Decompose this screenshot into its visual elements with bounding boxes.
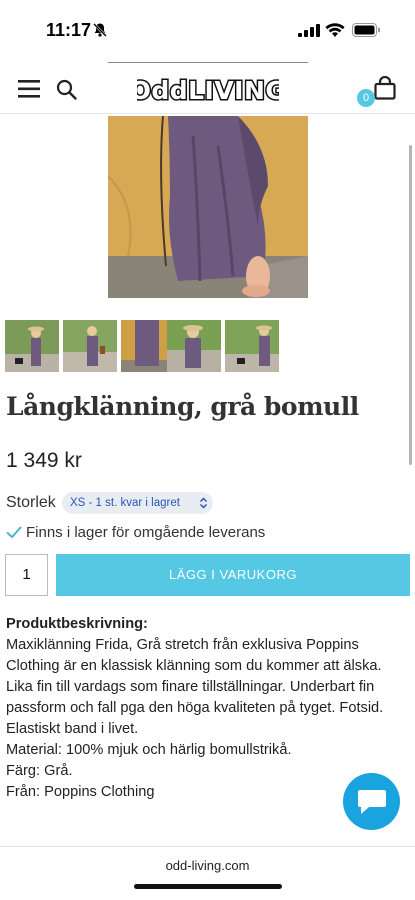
product-description: Produktbeskrivning: Maxiklänning Frida, … (6, 614, 410, 803)
product-price: 1 349 kr (6, 449, 82, 472)
stock-status: Finns i lager för omgående leverans (26, 524, 266, 541)
scrollbar[interactable] (409, 145, 412, 465)
menu-icon[interactable] (18, 80, 40, 98)
check-icon (6, 526, 22, 539)
cart-icon[interactable] (374, 76, 396, 100)
search-icon[interactable] (56, 79, 77, 100)
quantity-input[interactable]: 1 (5, 554, 48, 596)
url-bar[interactable]: odd-living.com (0, 858, 415, 873)
thumbnail-1[interactable] (5, 320, 59, 372)
thumbnail-5[interactable] (225, 320, 279, 372)
logo[interactable]: OddLIVING (137, 72, 279, 107)
size-label: Storlek (6, 494, 56, 511)
thumbnail-4[interactable] (167, 320, 221, 372)
product-title: Långklänning, grå bomull (6, 392, 359, 421)
thumbnail-2[interactable] (63, 320, 117, 372)
chevron-updown-icon (199, 497, 208, 509)
size-select[interactable]: XS - 1 st. kvar i lagret (62, 492, 213, 514)
size-select-value: XS - 1 st. kvar i lagret (70, 497, 180, 509)
battery-icon (352, 23, 380, 37)
chat-button[interactable] (343, 773, 400, 830)
home-indicator[interactable] (134, 884, 282, 889)
status-bar: 11:17 (0, 0, 415, 58)
description-paragraph: Maxiklänning Frida, Grå stretch från exk… (6, 637, 384, 737)
browser-bottom-bar (0, 846, 415, 900)
signal-icon (298, 24, 320, 37)
product-image[interactable] (108, 116, 308, 298)
chat-bubble-icon (358, 790, 386, 814)
description-heading: Produktbeskrivning: (6, 616, 148, 632)
wifi-icon (325, 23, 345, 37)
cart-count-badge[interactable]: 0 (357, 89, 375, 107)
svg-text:OddLIVING: OddLIVING (137, 76, 279, 105)
description-color: Färg: Grå. (6, 763, 73, 779)
status-time: 11:17 (46, 20, 92, 40)
bell-off-icon (93, 23, 107, 37)
add-to-cart-button[interactable]: LÄGG I VARUKORG (56, 554, 410, 596)
description-material: Material: 100% mjuk och härlig bomullstr… (6, 742, 292, 758)
header-divider (108, 62, 308, 63)
